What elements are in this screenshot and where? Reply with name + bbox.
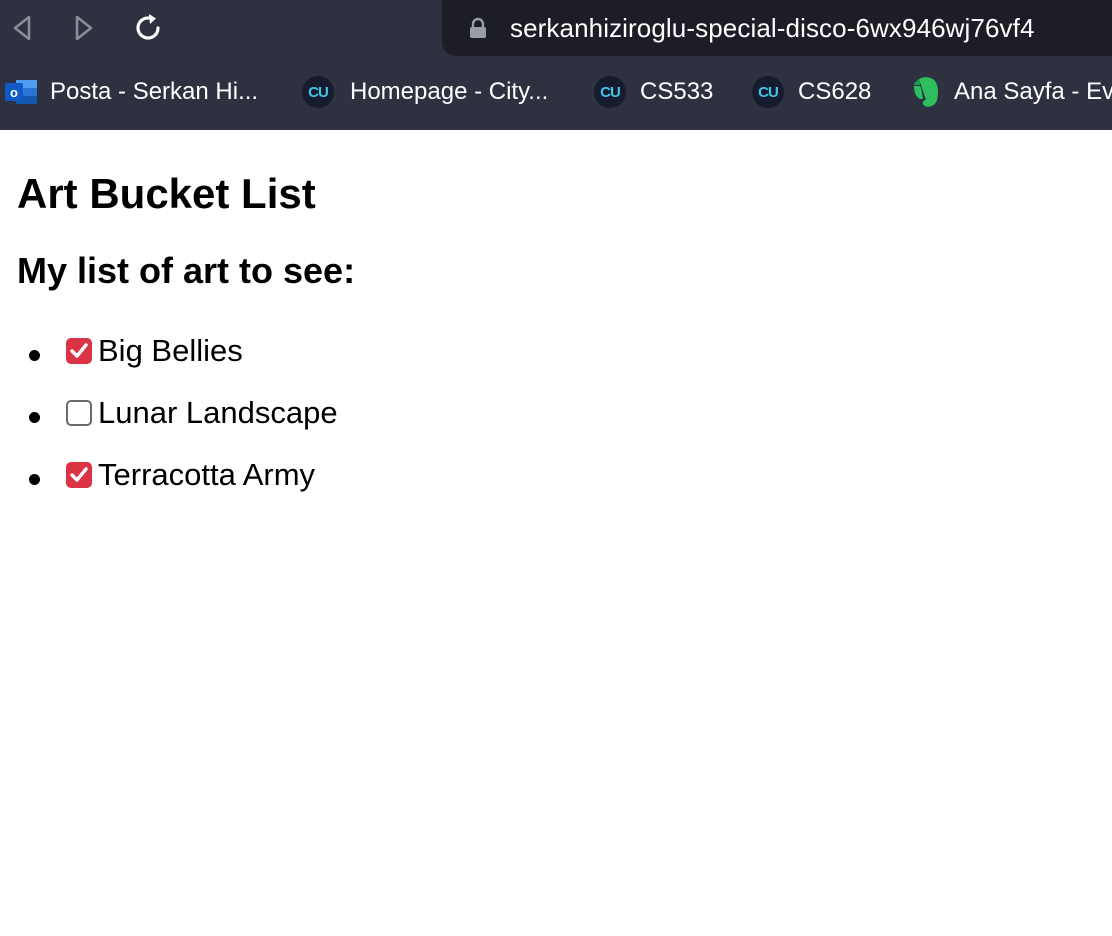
forward-button[interactable] bbox=[66, 10, 102, 46]
back-arrow-icon bbox=[13, 15, 31, 41]
item-label: Big Bellies bbox=[98, 333, 243, 368]
page-title: Art Bucket List bbox=[17, 170, 316, 217]
lock-icon bbox=[470, 17, 486, 38]
reload-icon bbox=[136, 14, 160, 40]
cu-icon: CU bbox=[302, 76, 334, 108]
bookmark-cs533[interactable]: CU CS533 bbox=[594, 72, 713, 112]
bookmark-cs628[interactable]: CU CS628 bbox=[752, 72, 871, 112]
checkbox-terracotta-army[interactable] bbox=[66, 462, 92, 488]
bullet bbox=[29, 412, 40, 423]
checkmark-icon bbox=[70, 467, 88, 482]
bookmark-ana-sayfa[interactable]: Ana Sayfa - Ev bbox=[910, 72, 1112, 112]
reload-button[interactable] bbox=[130, 10, 166, 46]
url-text: serkanhiziroglu-special-disco-6wx946wj76… bbox=[510, 13, 1035, 43]
evernote-icon bbox=[910, 75, 942, 109]
svg-text:o: o bbox=[10, 85, 18, 100]
cu-icon: CU bbox=[594, 76, 626, 108]
cu-icon: CU bbox=[752, 76, 784, 108]
outlook-icon: o bbox=[4, 77, 38, 107]
address-bar[interactable]: serkanhiziroglu-special-disco-6wx946wj76… bbox=[442, 0, 1112, 56]
item-label: Lunar Landscape bbox=[98, 395, 338, 430]
page-content: Art Bucket List My list of art to see: B… bbox=[0, 130, 1112, 936]
item-label: Terracotta Army bbox=[98, 457, 316, 492]
bookmark-posta[interactable]: o Posta - Serkan Hi... bbox=[4, 72, 258, 112]
forward-arrow-icon bbox=[75, 15, 93, 41]
back-button[interactable] bbox=[4, 10, 40, 46]
bookmark-homepage-city[interactable]: CU Homepage - City... bbox=[302, 72, 548, 112]
bullet bbox=[29, 350, 40, 361]
checkmark-icon bbox=[70, 343, 88, 358]
bookmarks-bar: o Posta - Serkan Hi... CU Homepage - Cit… bbox=[0, 62, 1112, 122]
checkbox-big-bellies[interactable] bbox=[66, 338, 92, 364]
bullet bbox=[29, 474, 40, 485]
checkbox-lunar-landscape[interactable] bbox=[66, 400, 92, 426]
browser-chrome: serkanhiziroglu-special-disco-6wx946wj76… bbox=[0, 0, 1112, 130]
list-heading: My list of art to see: bbox=[17, 250, 356, 291]
